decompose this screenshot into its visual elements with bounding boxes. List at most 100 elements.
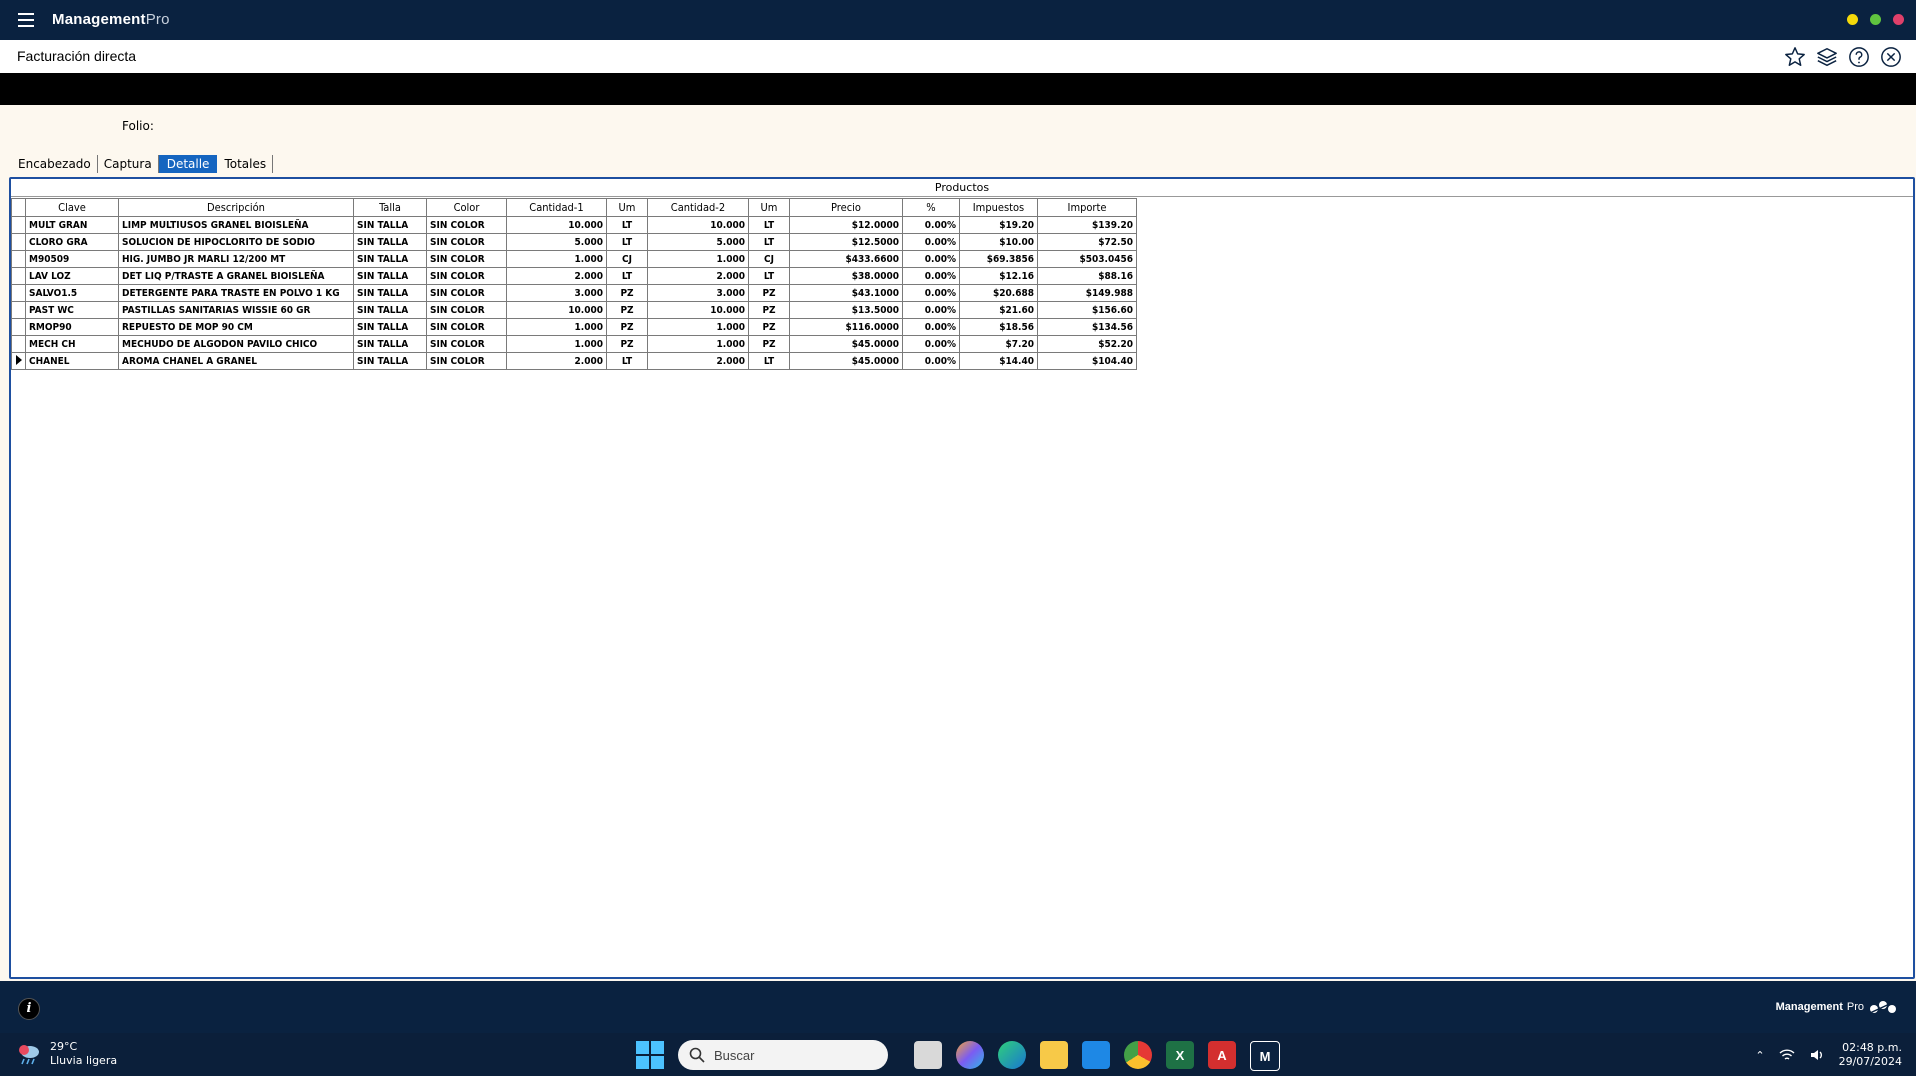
menu-icon[interactable] bbox=[18, 13, 34, 27]
table-cell[interactable]: SIN COLOR bbox=[426, 284, 507, 302]
close-icon[interactable] bbox=[1880, 46, 1902, 68]
table-cell[interactable]: SIN TALLA bbox=[353, 233, 427, 251]
column-header[interactable]: Color bbox=[426, 198, 507, 217]
table-row[interactable]: RMOP90 REPUESTO DE MOP 90 CM SIN TALLA SIN … bbox=[11, 318, 1137, 336]
column-header[interactable]: Impuestos bbox=[959, 198, 1038, 217]
row-selector[interactable] bbox=[11, 267, 26, 285]
copilot-icon[interactable] bbox=[956, 1041, 984, 1069]
table-cell[interactable]: AROMA CHANEL A GRANEL bbox=[118, 352, 354, 370]
table-cell[interactable]: 10.000 bbox=[506, 216, 607, 234]
tab-totales[interactable]: Totales bbox=[218, 155, 274, 173]
table-cell[interactable]: LT bbox=[748, 352, 790, 370]
table-cell[interactable]: 10.000 bbox=[506, 301, 607, 319]
table-cell[interactable]: RMOP90 bbox=[25, 318, 119, 336]
table-cell[interactable]: SIN COLOR bbox=[426, 233, 507, 251]
table-cell[interactable]: 0.00% bbox=[902, 352, 960, 370]
row-selector[interactable] bbox=[11, 335, 26, 353]
table-cell[interactable]: $433.6600 bbox=[789, 250, 903, 268]
table-cell[interactable]: $88.16 bbox=[1037, 267, 1137, 285]
table-row[interactable]: MULT GRAN LIMP MULTIUSOS GRANEL BIOISLEÑA… bbox=[11, 216, 1137, 234]
chevron-up-icon[interactable]: ⌃ bbox=[1755, 1049, 1764, 1062]
chrome-icon[interactable] bbox=[1124, 1041, 1152, 1069]
taskbar-search[interactable]: Buscar bbox=[678, 1040, 888, 1070]
tab-encabezado[interactable]: Encabezado bbox=[14, 155, 98, 173]
table-cell[interactable]: PZ bbox=[748, 318, 790, 336]
table-row[interactable]: PAST WC PASTILLAS SANITARIAS WISSIE 60 GR… bbox=[11, 301, 1137, 319]
row-selector[interactable] bbox=[11, 352, 26, 370]
table-cell[interactable]: LT bbox=[606, 267, 648, 285]
table-cell[interactable]: 10.000 bbox=[647, 301, 749, 319]
table-row[interactable]: M90509 HIG. JUMBO JR MARLI 12/200 MT SIN T… bbox=[11, 250, 1137, 268]
help-icon[interactable] bbox=[1848, 46, 1870, 68]
table-cell[interactable]: 1.000 bbox=[506, 318, 607, 336]
table-cell[interactable]: 3.000 bbox=[647, 284, 749, 302]
table-cell[interactable]: LT bbox=[748, 233, 790, 251]
table-cell[interactable]: $10.00 bbox=[959, 233, 1038, 251]
table-cell[interactable]: 5.000 bbox=[506, 233, 607, 251]
table-cell[interactable]: HIG. JUMBO JR MARLI 12/200 MT bbox=[118, 250, 354, 268]
column-header[interactable]: Um bbox=[606, 198, 648, 217]
table-cell[interactable]: $12.5000 bbox=[789, 233, 903, 251]
table-cell[interactable]: $139.20 bbox=[1037, 216, 1137, 234]
table-cell[interactable]: $14.40 bbox=[959, 352, 1038, 370]
row-selector[interactable] bbox=[11, 250, 26, 268]
acrobat-icon[interactable]: A bbox=[1208, 1041, 1236, 1069]
table-cell[interactable]: LT bbox=[748, 216, 790, 234]
table-cell[interactable]: $7.20 bbox=[959, 335, 1038, 353]
table-cell[interactable]: PZ bbox=[606, 301, 648, 319]
table-cell[interactable]: SIN COLOR bbox=[426, 318, 507, 336]
table-cell[interactable]: SIN TALLA bbox=[353, 216, 427, 234]
wifi-icon[interactable] bbox=[1779, 1048, 1795, 1062]
table-cell[interactable]: PZ bbox=[748, 284, 790, 302]
table-row[interactable]: CHANEL AROMA CHANEL A GRANEL SIN TALLA SIN … bbox=[11, 352, 1137, 370]
table-cell[interactable]: 2.000 bbox=[506, 267, 607, 285]
table-cell[interactable]: PZ bbox=[606, 284, 648, 302]
table-cell[interactable]: $156.60 bbox=[1037, 301, 1137, 319]
table-cell[interactable]: 3.000 bbox=[506, 284, 607, 302]
table-cell[interactable]: LT bbox=[606, 233, 648, 251]
table-cell[interactable]: REPUESTO DE MOP 90 CM bbox=[118, 318, 354, 336]
table-cell[interactable]: MULT GRAN bbox=[25, 216, 119, 234]
table-cell[interactable]: SIN COLOR bbox=[426, 216, 507, 234]
table-cell[interactable]: 0.00% bbox=[902, 216, 960, 234]
table-cell[interactable]: $45.0000 bbox=[789, 352, 903, 370]
system-clock[interactable]: 02:48 p.m. 29/07/2024 bbox=[1839, 1041, 1902, 1069]
info-icon[interactable]: i bbox=[18, 998, 40, 1020]
table-cell[interactable]: $12.16 bbox=[959, 267, 1038, 285]
column-header[interactable]: Precio bbox=[789, 198, 903, 217]
table-cell[interactable]: 0.00% bbox=[902, 318, 960, 336]
table-cell[interactable]: 1.000 bbox=[647, 335, 749, 353]
table-cell[interactable]: SOLUCION DE HIPOCLORITO DE SODIO bbox=[118, 233, 354, 251]
table-cell[interactable]: $134.56 bbox=[1037, 318, 1137, 336]
table-cell[interactable]: 1.000 bbox=[647, 318, 749, 336]
table-cell[interactable]: PASTILLAS SANITARIAS WISSIE 60 GR bbox=[118, 301, 354, 319]
start-button[interactable] bbox=[636, 1041, 664, 1069]
close-window-button[interactable] bbox=[1893, 14, 1904, 25]
table-cell[interactable]: 0.00% bbox=[902, 284, 960, 302]
table-cell[interactable]: $38.0000 bbox=[789, 267, 903, 285]
maximize-button[interactable] bbox=[1870, 14, 1881, 25]
star-icon[interactable] bbox=[1784, 46, 1806, 68]
layers-icon[interactable] bbox=[1816, 46, 1838, 68]
table-cell[interactable]: 0.00% bbox=[902, 301, 960, 319]
table-cell[interactable]: 2.000 bbox=[506, 352, 607, 370]
row-selector[interactable] bbox=[11, 301, 26, 319]
table-cell[interactable]: 0.00% bbox=[902, 233, 960, 251]
table-cell[interactable]: $21.60 bbox=[959, 301, 1038, 319]
row-selector[interactable] bbox=[11, 233, 26, 251]
minimize-button[interactable] bbox=[1847, 14, 1858, 25]
table-cell[interactable]: SIN TALLA bbox=[353, 301, 427, 319]
table-cell[interactable]: MECH CH bbox=[25, 335, 119, 353]
table-cell[interactable]: LT bbox=[606, 216, 648, 234]
table-cell[interactable]: LT bbox=[606, 352, 648, 370]
table-cell[interactable]: SIN TALLA bbox=[353, 250, 427, 268]
table-cell[interactable]: PZ bbox=[606, 335, 648, 353]
table-cell[interactable]: 5.000 bbox=[647, 233, 749, 251]
table-cell[interactable]: 0.00% bbox=[902, 250, 960, 268]
table-cell[interactable]: M90509 bbox=[25, 250, 119, 268]
table-row[interactable]: LAV LOZ DET LIQ P/TRASTE A GRANEL BIOISLE… bbox=[11, 267, 1137, 285]
table-cell[interactable]: 1.000 bbox=[647, 250, 749, 268]
row-selector[interactable] bbox=[11, 216, 26, 234]
table-cell[interactable]: CJ bbox=[606, 250, 648, 268]
table-cell[interactable]: 0.00% bbox=[902, 335, 960, 353]
